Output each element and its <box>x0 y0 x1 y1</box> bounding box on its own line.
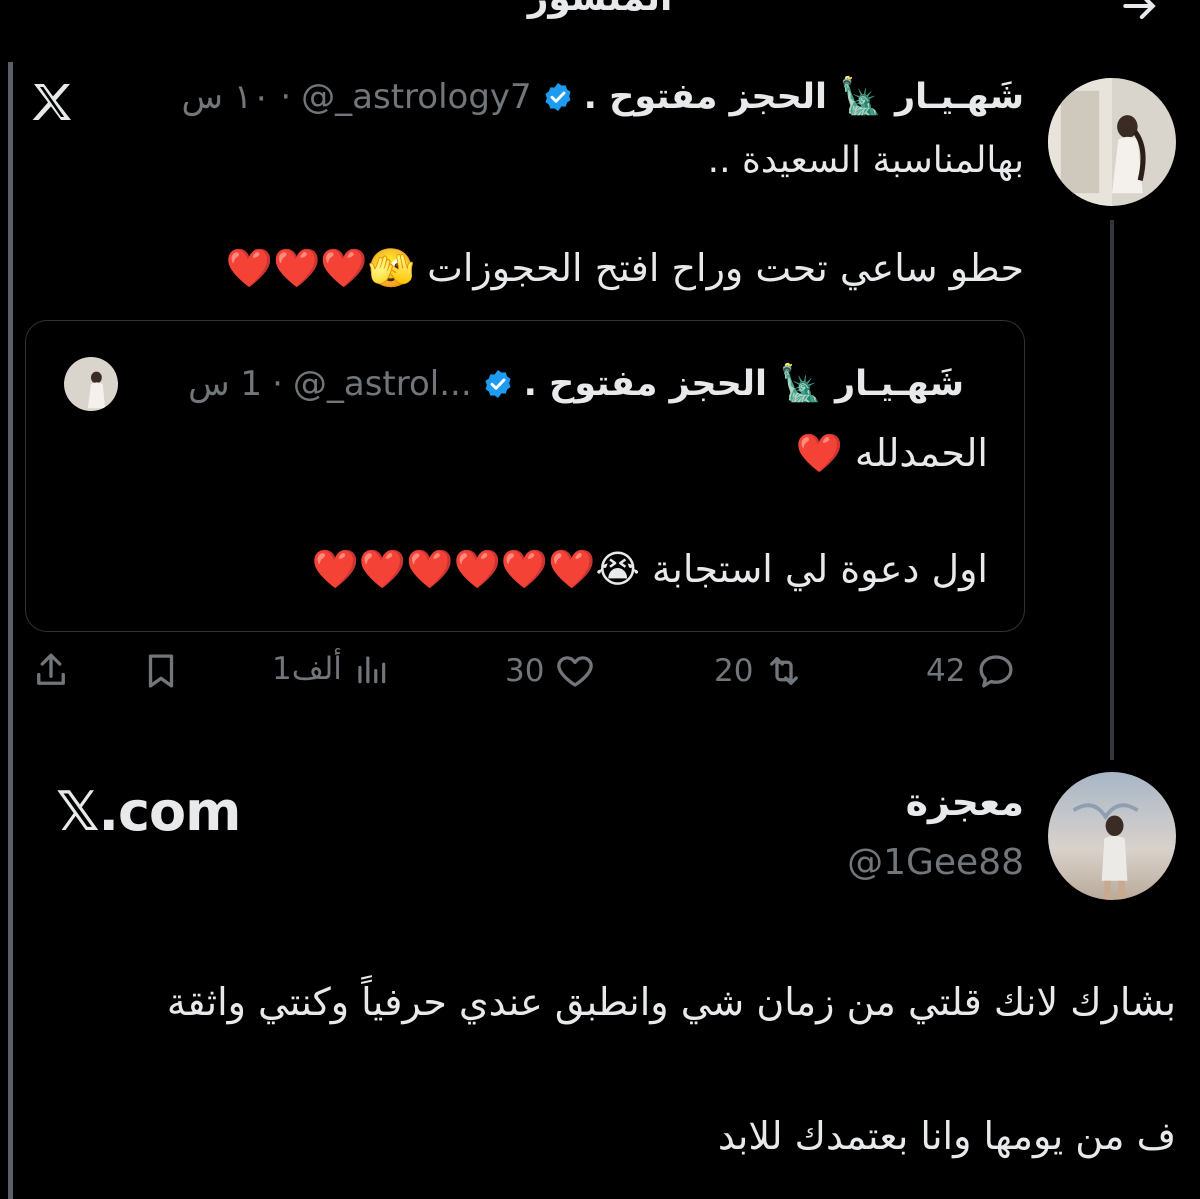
quote-time: 1 س <box>188 363 263 404</box>
views-icon <box>358 656 386 684</box>
retweet-button[interactable]: 20 <box>714 650 805 692</box>
quote-text-line-1: الحمدلله ❤️ <box>795 431 988 475</box>
tweet-time[interactable]: ١٠ س <box>182 77 271 117</box>
quoted-tweet[interactable]: شَهـيـار 🗽 الحجز مفتوح . @_astrol... · 1… <box>25 320 1025 632</box>
reply-author-handle[interactable]: @1Gee88 <box>847 842 1024 883</box>
tweet-text-line-1: بهالمناسبة السعيدة .. <box>707 140 1024 181</box>
share-button[interactable] <box>30 650 72 692</box>
views-count: 1ألف <box>272 651 342 687</box>
quote-author-name: شَهـيـار 🗽 الحجز مفتوح . <box>523 364 964 404</box>
timestamp: · <box>280 76 292 117</box>
retweets-count: 20 <box>714 653 754 689</box>
scroll-edge <box>8 62 13 1199</box>
top-bar: المنشور <box>0 0 1200 28</box>
thread-line <box>1110 220 1114 760</box>
quote-text-line-2: اول دعوة لي استجابة 😭❤️❤️❤️❤️❤️❤️ <box>311 547 988 591</box>
avatar[interactable] <box>1048 78 1176 206</box>
views-button[interactable]: 1ألف <box>272 650 390 688</box>
x-logo-icon <box>28 78 76 126</box>
tweet-actions: 1ألف 30 20 42 <box>0 650 1100 710</box>
arrow-right-icon[interactable] <box>1118 0 1162 39</box>
reply-author-name[interactable]: معجزة <box>906 780 1024 824</box>
quote-author-handle: @_astrol... <box>292 363 472 404</box>
share-icon <box>37 653 65 685</box>
likes-count: 30 <box>505 653 545 689</box>
author-name[interactable]: شَهـيـار 🗽 الحجز مفتوح . <box>584 76 1024 117</box>
quote-avatar <box>64 357 118 411</box>
tweet-header: شَهـيـار 🗽 الحجز مفتوح . @_astrology7 · … <box>182 76 1024 118</box>
reply-text-line-1: بشارك لانك قلتي من زمان شي وانطبق عندي ح… <box>166 980 1176 1024</box>
bookmark-icon <box>148 654 174 688</box>
heart-icon <box>557 656 594 687</box>
reply-button[interactable]: 42 <box>926 650 1017 692</box>
separator: · <box>272 363 283 404</box>
verified-badge-icon <box>482 368 514 400</box>
verified-badge-icon <box>542 81 574 113</box>
watermark: 𝕏.com <box>56 780 241 843</box>
replies-count: 42 <box>926 653 966 689</box>
page-title: المنشور <box>0 0 1200 19</box>
reply-icon <box>979 655 1013 688</box>
reply-text-line-2: ف من يومها وانا بعتمدك للابد <box>717 1114 1176 1158</box>
reply-avatar[interactable] <box>1048 772 1176 900</box>
bookmark-button[interactable] <box>140 650 182 692</box>
like-button[interactable]: 30 <box>505 650 596 692</box>
author-handle[interactable]: @_astrology7 <box>301 77 532 117</box>
quote-header: شَهـيـار 🗽 الحجز مفتوح . @_astrol... · 1… <box>188 363 964 405</box>
retweet-icon <box>770 657 799 685</box>
tweet-text-line-2: حطو ساعي تحت وراح افتح الحجوزات 🫣❤️❤️❤️ <box>225 246 1024 290</box>
